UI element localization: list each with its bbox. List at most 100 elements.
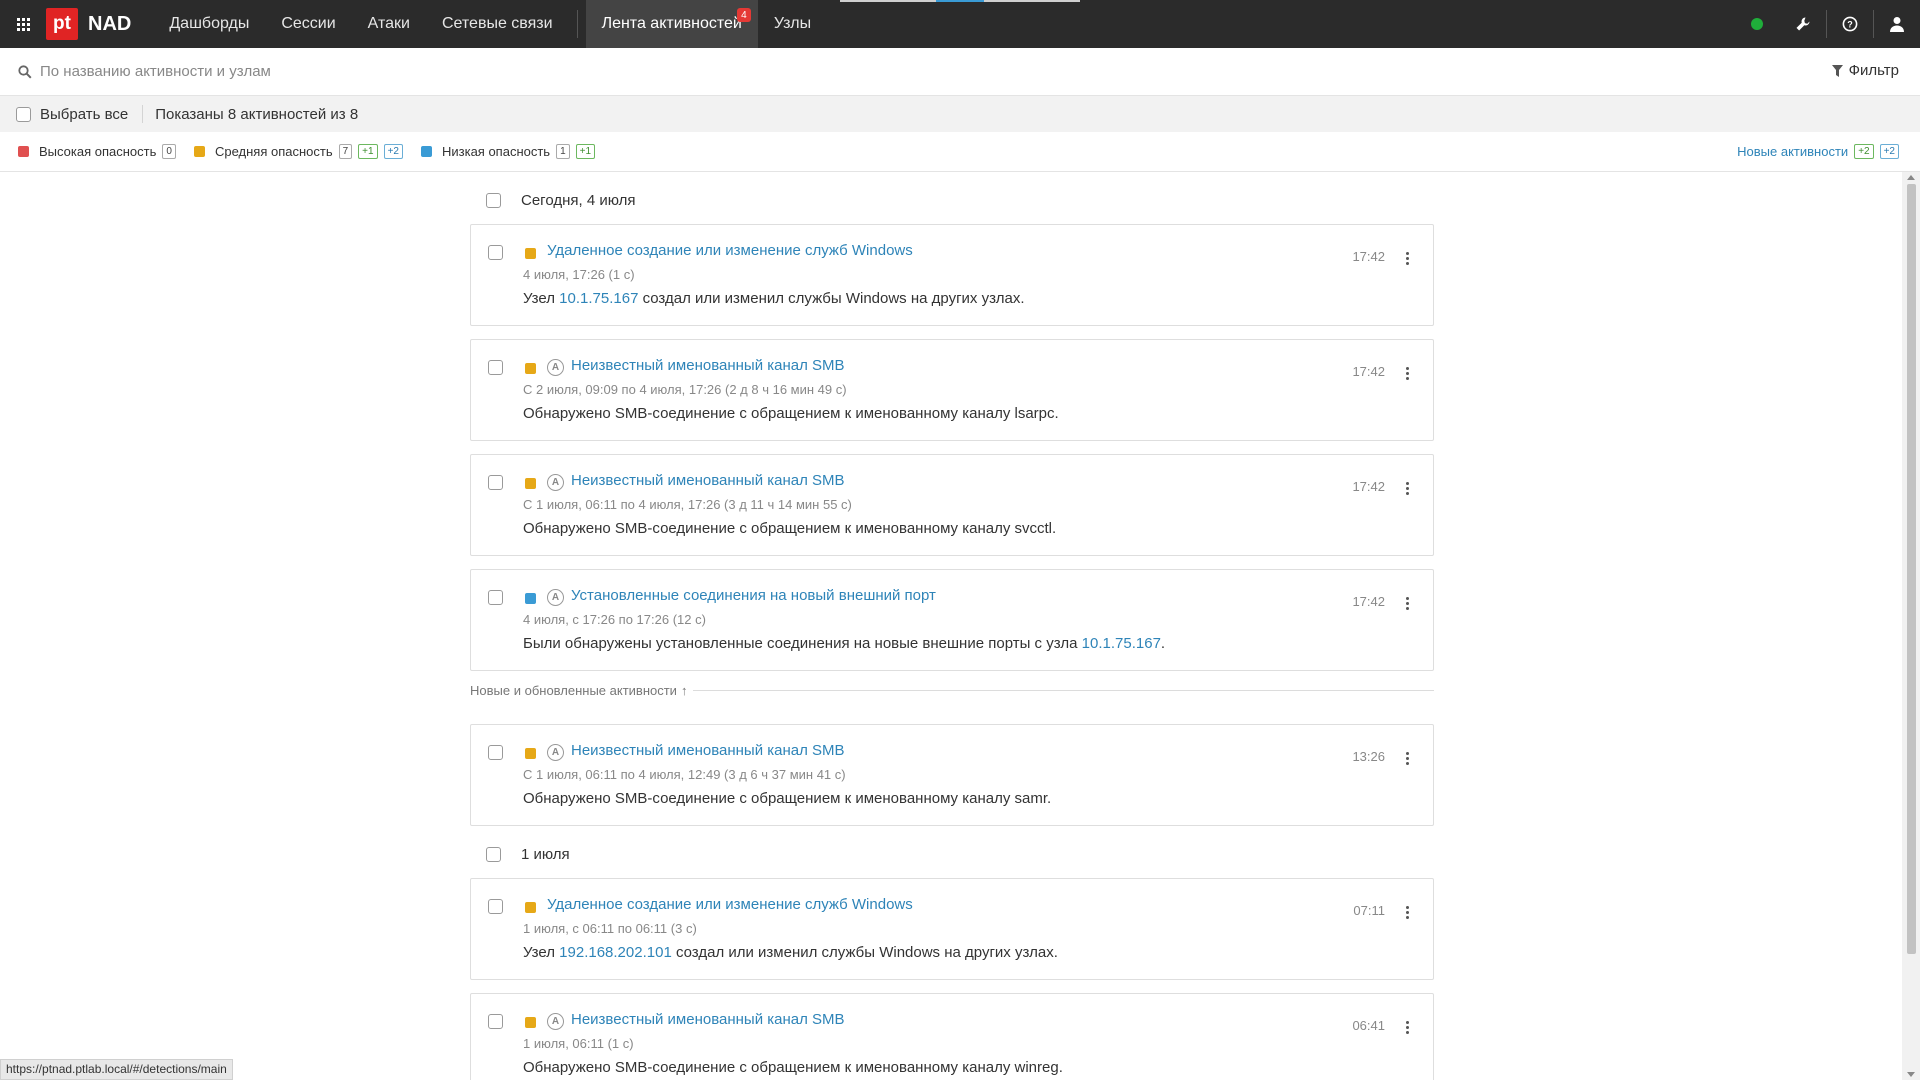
more-actions-icon[interactable] — [1406, 597, 1410, 610]
activity-period: С 1 июля, 06:11 по 4 июля, 12:49 (3 д 6 … — [523, 767, 846, 782]
activity-period: С 2 июля, 09:09 по 4 июля, 17:26 (2 д 8 … — [523, 382, 847, 397]
more-actions-icon[interactable] — [1406, 367, 1410, 380]
activity-card[interactable]: Удаленное создание или изменение служб W… — [470, 224, 1434, 326]
shown-count-text: Показаны 8 активностей из 8 — [155, 105, 359, 123]
legend-medium-severity[interactable]: Средняя опасность 7 +1 +2 — [193, 144, 403, 159]
loading-indicator — [840, 0, 1080, 2]
activity-time: 17:42 — [1352, 364, 1385, 379]
activity-checkbox[interactable] — [488, 1014, 503, 1029]
activity-title-link[interactable]: Установленные соединения на новый внешни… — [571, 587, 936, 604]
activity-checkbox[interactable] — [488, 360, 503, 375]
low-severity-count: 1 — [556, 144, 570, 159]
scroll-up-icon[interactable] — [1907, 175, 1915, 180]
node-link[interactable]: 10.1.75.167 — [1082, 635, 1161, 652]
new-activities-count: +2 — [1854, 144, 1874, 159]
user-account-icon[interactable] — [1874, 0, 1920, 48]
system-status-indicator[interactable] — [1734, 0, 1780, 48]
activity-title-link[interactable]: Удаленное создание или изменение служб W… — [547, 896, 913, 913]
activity-time: 17:42 — [1352, 594, 1385, 609]
new-activities-link[interactable]: Новые активности +2 +2 — [1737, 144, 1899, 159]
severity-legend: Высокая опасность 0 Средняя опасность 7 … — [0, 132, 1920, 172]
select-all-label[interactable]: Выбрать все — [40, 106, 128, 123]
activity-checkbox[interactable] — [488, 899, 503, 914]
feed-scrollbar[interactable] — [1902, 172, 1920, 1080]
activity-title-link[interactable]: Неизвестный именованный канал SMB — [571, 1011, 845, 1028]
auto-detected-icon: A — [547, 1013, 564, 1030]
activity-checkbox[interactable] — [488, 590, 503, 605]
low-severity-marker — [420, 146, 432, 157]
day-group-label: 1 июля — [521, 846, 570, 863]
more-actions-icon[interactable] — [1406, 252, 1410, 265]
activity-time: 17:42 — [1352, 479, 1385, 494]
more-actions-icon[interactable] — [1406, 482, 1410, 495]
activity-card[interactable]: A Установленные соединения на новый внеш… — [470, 569, 1434, 671]
activity-description: Узел 192.168.202.101 создал или изменил … — [523, 944, 1058, 961]
severity-medium-marker — [525, 248, 536, 259]
activity-time: 17:42 — [1352, 249, 1385, 264]
nav-activity-feed-label: Лента активностей — [601, 15, 742, 32]
day-group-checkbox[interactable] — [486, 193, 501, 208]
filter-label: Фильтр — [1848, 62, 1899, 79]
arrow-up-icon: ↑ — [680, 683, 688, 698]
low-severity-new-count: +1 — [575, 144, 596, 159]
activity-checkbox[interactable] — [488, 245, 503, 260]
activity-period: 1 июля, с 06:11 по 06:11 (3 с) — [523, 921, 697, 936]
activity-description: Обнаружено SMB-соединение с обращением к… — [523, 405, 1059, 422]
activity-card[interactable]: A Неизвестный именованный канал SMB С 2 … — [470, 339, 1434, 441]
legend-high-severity[interactable]: Высокая опасность 0 — [18, 144, 176, 159]
medium-severity-count: 7 — [338, 144, 353, 159]
nav-dashboards[interactable]: Дашборды — [153, 0, 265, 48]
legend-low-severity[interactable]: Низкая опасность 1 +1 — [420, 144, 596, 159]
activity-time: 06:41 — [1352, 1018, 1385, 1033]
more-actions-icon[interactable] — [1406, 906, 1410, 919]
filter-button[interactable]: Фильтр — [1831, 62, 1899, 79]
activity-card[interactable]: A Неизвестный именованный канал SMB С 1 … — [470, 724, 1434, 826]
app-name: NAD — [88, 12, 132, 35]
search-icon — [18, 64, 32, 79]
node-link[interactable]: 10.1.75.167 — [559, 290, 638, 307]
auto-detected-icon: A — [547, 589, 564, 606]
activity-title-link[interactable]: Неизвестный именованный канал SMB — [571, 742, 845, 759]
node-link[interactable]: 192.168.202.101 — [559, 944, 672, 961]
more-actions-icon[interactable] — [1406, 752, 1410, 765]
activity-card[interactable]: A Неизвестный именованный канал SMB 1 ию… — [470, 993, 1434, 1080]
settings-wrench-icon[interactable] — [1780, 0, 1826, 48]
scroll-down-icon[interactable] — [1907, 1072, 1915, 1077]
activity-checkbox[interactable] — [488, 745, 503, 760]
low-severity-label: Низкая опасность — [441, 144, 551, 159]
apps-menu-icon[interactable] — [0, 0, 46, 48]
auto-detected-icon: A — [547, 744, 564, 761]
activity-title-link[interactable]: Неизвестный именованный канал SMB — [571, 357, 845, 374]
nav-nodes[interactable]: Узлы — [758, 0, 827, 48]
more-actions-icon[interactable] — [1406, 1021, 1410, 1034]
nav-network-links[interactable]: Сетевые связи — [426, 0, 569, 48]
updated-activities-separator[interactable]: Новые и обновленные активности ↑ — [470, 683, 1434, 698]
select-all-checkbox[interactable] — [16, 106, 31, 122]
nav-sessions[interactable]: Сессии — [265, 0, 351, 48]
activity-card[interactable]: Удаленное создание или изменение служб W… — [470, 878, 1434, 980]
activity-period: 4 июля, 17:26 (1 с) — [523, 267, 635, 282]
search-input[interactable] — [40, 63, 940, 80]
severity-low-marker — [525, 593, 536, 604]
activity-feed-badge: 4 — [736, 8, 751, 22]
nav-attacks[interactable]: Атаки — [352, 0, 426, 48]
activity-title-link[interactable]: Неизвестный именованный канал SMB — [571, 472, 845, 489]
day-group-header: Сегодня, 4 июля — [486, 192, 636, 209]
day-group-header: 1 июля — [486, 846, 570, 863]
medium-severity-label: Средняя опасность — [214, 144, 333, 159]
activity-checkbox[interactable] — [488, 475, 503, 490]
severity-medium-marker — [525, 902, 536, 913]
new-activities-label: Новые активности — [1737, 144, 1849, 159]
medium-severity-updated-count: +2 — [383, 144, 403, 159]
scrollbar-thumb[interactable] — [1907, 184, 1916, 954]
activity-description: Обнаружено SMB-соединение с обращением к… — [523, 520, 1057, 537]
day-group-checkbox[interactable] — [486, 847, 501, 862]
pt-logo[interactable]: pt — [46, 8, 78, 40]
activity-title-link[interactable]: Удаленное создание или изменение служб W… — [547, 242, 913, 259]
high-severity-marker — [18, 146, 29, 157]
activity-card[interactable]: A Неизвестный именованный канал SMB С 1 … — [470, 454, 1434, 556]
updated-activities-label: Новые и обновленные активности — [470, 683, 677, 698]
help-icon[interactable]: ? — [1827, 0, 1873, 48]
nav-activity-feed[interactable]: Лента активностей 4 — [585, 0, 758, 48]
activity-description: Обнаружено SMB-соединение с обращением к… — [523, 790, 1052, 807]
